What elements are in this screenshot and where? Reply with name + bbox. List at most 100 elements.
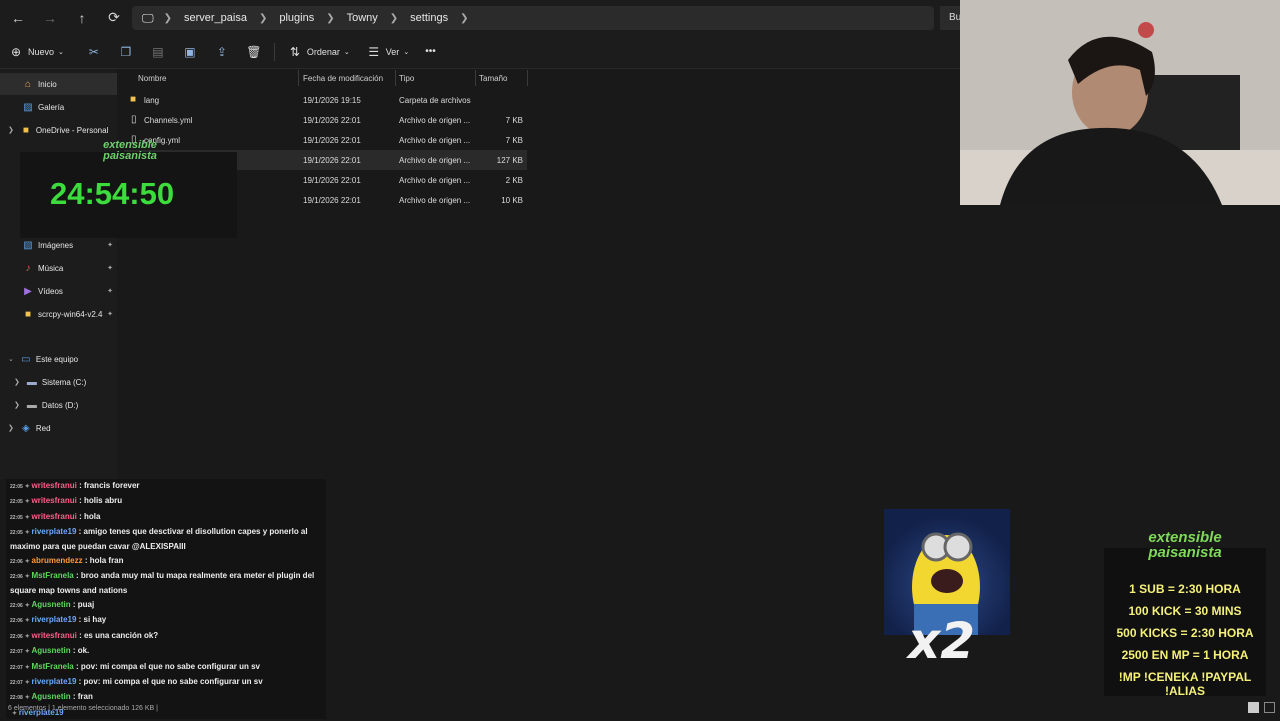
breadcrumb-plugins[interactable]: plugins [279, 12, 314, 24]
sidebar-item-label: Vídeos [38, 286, 63, 296]
chat-colon: : [76, 677, 84, 686]
search-input[interactable]: Bu [940, 6, 960, 30]
sidebar-item-red[interactable]: ❯ ◈ Red [0, 417, 117, 439]
chat-colon: : [76, 512, 84, 521]
video-icon: ▶ [24, 285, 32, 297]
breadcrumb-towny[interactable]: Towny [347, 12, 378, 24]
sidebar-item-onedrive[interactable]: ❯ ■ OneDrive - Personal [0, 119, 117, 141]
home-icon: ⌂ [24, 78, 32, 90]
chat-text: francis forever [83, 481, 140, 490]
rename-button[interactable]: ▣ [174, 35, 206, 69]
cut-button[interactable]: ✂ [78, 35, 110, 69]
goals-panel: 1 SUB = 2:30 HORA 100 KICK = 30 MINS 500… [1104, 548, 1266, 698]
new-button[interactable]: ⊕ Nuevo ⌄ [0, 35, 72, 69]
forward-button[interactable]: → [34, 0, 66, 35]
chat-username[interactable]: Agusnetin [32, 646, 71, 655]
chat-text: pov: mi compa el que no sabe configurar … [80, 662, 260, 671]
sidebar-item-inicio[interactable]: ⌂ Inicio [0, 73, 117, 95]
copy-icon: ❐ [120, 44, 132, 59]
back-button[interactable]: ← [2, 0, 34, 35]
chat-username[interactable]: writesfranui [32, 512, 77, 521]
webcam-image [960, 0, 1280, 205]
chat-username[interactable]: abrumendezz [32, 556, 83, 565]
sidebar-item-label: Imágenes [38, 240, 74, 250]
copy-button[interactable]: ❐ [110, 35, 142, 69]
column-header-date[interactable]: Fecha de modificación [303, 70, 395, 86]
chat-username[interactable]: MstFranela [32, 571, 74, 580]
up-button[interactable]: ↑ [66, 0, 98, 35]
badge-icon: ✦ [24, 618, 32, 624]
chevron-right-icon: ❯ [389, 12, 399, 24]
emote-multiplier: x2 [908, 612, 976, 670]
delete-button[interactable]: 🗑 [238, 35, 270, 69]
chat-timestamp: 22:05 [10, 515, 23, 521]
badge-icon: ✦ [24, 649, 32, 655]
sidebar-item-galeria[interactable]: ▨ Galería [0, 96, 117, 118]
chat-message: 22:07 ✦ MstFranela : pov: mi compa el que… [10, 660, 320, 675]
column-header-name[interactable]: Nombre [138, 70, 298, 86]
chat-username[interactable]: writesfranui [32, 481, 77, 490]
status-bar: 6 elementos | 1 elemento seleccionado 12… [0, 700, 960, 716]
refresh-button[interactable]: ⟳ [98, 0, 130, 35]
breadcrumb-server-paisa[interactable]: server_paisa [184, 12, 247, 24]
sidebar-item-label: Galería [38, 102, 65, 112]
sidebar-item-label: Sistema (C:) [41, 377, 87, 387]
chevron-right-icon: ❯ [8, 127, 14, 134]
badge-icon: ✦ [24, 530, 32, 536]
badge-icon: ✦ [24, 484, 32, 490]
sidebar-item-label: OneDrive - Personal [35, 125, 109, 135]
details-view-icon[interactable] [1248, 702, 1259, 713]
chat-text: hola [83, 512, 101, 521]
file-row[interactable]: ■ lang 19/1/2026 19:15 Carpeta de archiv… [124, 90, 527, 110]
chat-username[interactable]: Agusnetin [32, 600, 71, 609]
chat-colon: : [76, 615, 84, 624]
more-icon: ••• [425, 46, 436, 57]
chat-username[interactable]: riverplate19 [32, 615, 77, 624]
chat-username[interactable]: MstFranela [32, 662, 74, 671]
chat-colon: : [70, 646, 78, 655]
column-header-size[interactable]: Tamaño [479, 70, 527, 86]
chat-username[interactable]: riverplate19 [32, 677, 77, 686]
view-button[interactable]: ☰ Ver ⌄ [358, 35, 417, 69]
chat-text: ok. [77, 646, 90, 655]
chat-timestamp: 22:07 [10, 649, 23, 655]
sidebar-item-scrcpy[interactable]: ■ scrcpy-win64-v2.4 ✦ [0, 303, 117, 325]
chat-colon: : [76, 527, 84, 536]
tiles-view-icon[interactable] [1264, 702, 1275, 713]
pin-icon: ✦ [107, 242, 113, 249]
file-name: lang [144, 96, 160, 105]
sort-button[interactable]: ⇅ Ordenar ⌄ [279, 35, 358, 69]
chat-username[interactable]: riverplate19 [32, 527, 77, 536]
sidebar-item-musica[interactable]: ♪ Música ✦ [0, 257, 117, 279]
computer-icon: 🖵 [142, 10, 154, 25]
sidebar-item-datos-d[interactable]: ❯ ▬ Datos (D:) [0, 394, 117, 416]
file-row[interactable]: ▯ config.yml 19/1/2026 22:01 Archivo de … [124, 130, 527, 150]
paste-icon: ▤ [152, 44, 164, 59]
sidebar-item-videos[interactable]: ▶ Vídeos ✦ [0, 280, 117, 302]
chat-message: 22:07 ✦ Agusnetin : ok. [10, 644, 320, 659]
share-button[interactable]: ⇪ [206, 35, 238, 69]
more-button[interactable]: ••• [417, 35, 444, 69]
chat-message: 22:05 ✦ writesfranui : hola [10, 510, 320, 525]
file-date: 19/1/2026 22:01 [303, 156, 361, 165]
file-row[interactable]: ▯ Channels.yml 19/1/2026 22:01 Archivo d… [124, 110, 527, 130]
sidebar-item-label: Datos (D:) [41, 400, 79, 410]
goal-line: 100 KICK = 30 MINS [1128, 604, 1242, 618]
address-bar[interactable]: 🖵 ❯ server_paisa ❯ plugins ❯ Towny ❯ set… [132, 6, 934, 30]
chat-username[interactable]: writesfranui [32, 496, 77, 505]
sidebar-item-este-equipo[interactable]: ⌄ ▭ Este equipo [0, 348, 117, 370]
share-icon: ⇪ [216, 44, 227, 59]
chat-timestamp: 22:05 [10, 499, 23, 505]
sidebar-item-sistema-c[interactable]: ❯ ▬ Sistema (C:) [0, 371, 117, 393]
folder-icon: ■ [130, 94, 137, 105]
chat-colon: : [76, 631, 84, 640]
column-header-type[interactable]: Tipo [399, 70, 475, 86]
status-text: 6 elementos | 1 elemento seleccionado 12… [8, 704, 158, 712]
sidebar-item-label: Este equipo [35, 354, 79, 364]
chat-timestamp: 22:06 [10, 559, 23, 565]
rename-icon: ▣ [184, 44, 196, 59]
computer-icon: ▭ [21, 353, 31, 365]
breadcrumb-settings[interactable]: settings [410, 12, 448, 24]
paste-button[interactable]: ▤ [142, 35, 174, 69]
chat-username[interactable]: writesfranui [32, 631, 77, 640]
